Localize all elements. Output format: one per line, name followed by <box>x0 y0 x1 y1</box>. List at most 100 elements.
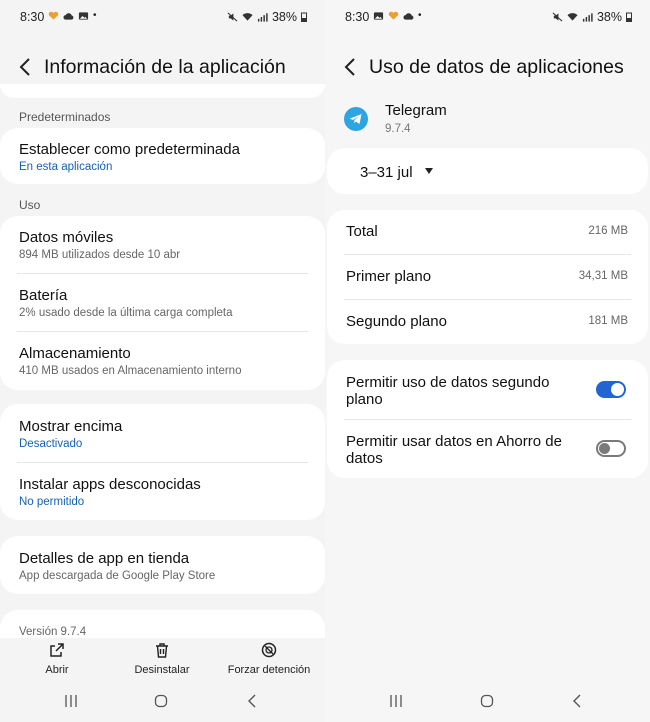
usage-value: 181 MB <box>588 315 628 327</box>
divider <box>344 254 631 255</box>
usage-card: Datos móviles 894 MB utilizados desde 10… <box>0 216 325 390</box>
divider <box>344 419 631 420</box>
mobile-data-title: Datos móviles <box>19 229 114 246</box>
heart-notification-icon <box>388 11 399 20</box>
store-details-item[interactable]: Detalles de app en tienda App descargada… <box>19 550 309 582</box>
cloud-icon <box>403 12 414 20</box>
dropdown-caret-icon <box>424 168 433 174</box>
usage-label: Segundo plano <box>346 313 447 330</box>
force-stop-icon <box>261 642 277 658</box>
battery-title: Batería <box>19 287 68 304</box>
status-bar: 8:30 • 38% <box>0 8 325 26</box>
app-name: Telegram <box>385 102 447 119</box>
heart-notification-icon <box>48 11 59 20</box>
data-settings-card: Permitir uso de datos segundo plano Perm… <box>327 360 648 478</box>
divider <box>17 462 308 463</box>
mobile-data-item[interactable]: Datos móviles 894 MB utilizados desde 10… <box>19 229 309 261</box>
section-label-usage: Uso <box>19 198 41 212</box>
battery-item[interactable]: Batería 2% usado desde la última carga c… <box>19 287 309 319</box>
system-nav-bar <box>325 692 650 714</box>
system-nav-bar <box>0 692 325 714</box>
dot-icon: • <box>93 10 97 21</box>
app-version: 9.7.4 <box>385 123 411 135</box>
home-icon[interactable] <box>480 694 494 708</box>
force-stop-label: Forzar detención <box>227 664 311 676</box>
data-saver-toggle[interactable] <box>596 440 626 457</box>
image-icon <box>373 11 384 20</box>
divider <box>17 273 308 274</box>
storage-subtitle: 410 MB usados en Almacenamiento interno <box>19 365 242 377</box>
usage-value: 34,31 MB <box>578 270 628 282</box>
back-nav-icon[interactable] <box>246 694 260 708</box>
show-on-top-subtitle: Desactivado <box>19 438 83 450</box>
back-nav-icon[interactable] <box>571 694 585 708</box>
recents-icon[interactable] <box>64 694 78 708</box>
store-details-title: Detalles de app en tienda <box>19 550 190 567</box>
status-time: 8:30 <box>20 10 45 24</box>
set-default-title: Establecer como predeterminada <box>19 141 240 158</box>
data-saver-label: Permitir usar datos en Ahorro de datos <box>346 433 562 467</box>
section-label-defaults: Predeterminados <box>19 110 111 124</box>
force-stop-button[interactable]: Forzar detención <box>224 642 314 676</box>
divider <box>344 299 631 300</box>
wifi-icon <box>567 13 578 21</box>
page-title: Información de la aplicación <box>44 56 286 78</box>
uninstall-label: Desinstalar <box>134 664 190 676</box>
battery-icon <box>301 12 307 22</box>
version-label: Versión 9.7.4 <box>19 626 87 638</box>
back-arrow-icon[interactable] <box>16 54 36 80</box>
mute-icon <box>227 12 238 22</box>
set-default-subtitle: En esta aplicación <box>19 161 113 173</box>
app-data-usage-screen: 8:30 • 38% Uso de datos de aplicaciones … <box>325 0 650 722</box>
install-unknown-title: Instalar apps desconocidas <box>19 476 201 493</box>
set-default-item[interactable]: Establecer como predeterminada En esta a… <box>19 141 309 173</box>
usage-label: Total <box>346 223 378 240</box>
battery-percent: 38% <box>271 10 297 24</box>
battery-percent: 38% <box>596 10 622 24</box>
status-time: 8:30 <box>345 10 370 24</box>
defaults-card: Establecer como predeterminada En esta a… <box>0 128 325 184</box>
page-title: Uso de datos de aplicaciones <box>369 56 624 78</box>
install-unknown-subtitle: No permitido <box>19 496 85 508</box>
cloud-icon <box>63 12 74 20</box>
background-data-toggle[interactable] <box>596 381 626 398</box>
data-saver-toggle-row[interactable]: Permitir usar datos en Ahorro de datos <box>346 433 632 467</box>
dot-icon: • <box>418 10 422 21</box>
usage-summary-card: Total 216 MB Primer plano 34,31 MB Segun… <box>327 210 648 344</box>
recents-icon[interactable] <box>389 694 403 708</box>
battery-subtitle: 2% usado desde la última carga completa <box>19 307 233 319</box>
storage-item[interactable]: Almacenamiento 410 MB usados en Almacena… <box>19 345 309 377</box>
store-details-subtitle: App descargada de Google Play Store <box>19 570 216 582</box>
date-range-value: 3–31 jul <box>360 164 413 181</box>
show-on-top-title: Mostrar encima <box>19 418 123 435</box>
signal-icon <box>582 13 593 22</box>
date-range-dropdown[interactable]: 3–31 jul <box>360 164 433 181</box>
battery-icon <box>626 12 632 22</box>
background-data-toggle-row[interactable]: Permitir uso de datos segundo plano <box>346 374 632 408</box>
open-label: Abrir <box>45 664 69 676</box>
background-data-label: Permitir uso de datos segundo plano <box>346 374 550 408</box>
show-on-top-item[interactable]: Mostrar encima Desactivado <box>19 418 309 450</box>
back-arrow-icon[interactable] <box>341 54 361 80</box>
mobile-data-subtitle: 894 MB utilizados desde 10 abr <box>19 249 181 261</box>
usage-row: Primer plano 34,31 MB <box>346 268 628 286</box>
home-icon[interactable] <box>154 694 168 708</box>
bottom-action-bar: Abrir Desinstalar Forzar detención <box>0 638 325 680</box>
app-info-header: Información de la aplicación <box>0 52 325 82</box>
open-button[interactable]: Abrir <box>36 642 78 676</box>
uninstall-button[interactable]: Desinstalar <box>128 642 196 676</box>
app-info-screen: 8:30 • 38% Información de la aplicación … <box>0 0 325 722</box>
scrolled-card-edge <box>0 84 325 98</box>
status-bar: 8:30 • 38% <box>325 8 650 26</box>
storage-title: Almacenamiento <box>19 345 131 362</box>
data-usage-header: Uso de datos de aplicaciones <box>325 52 650 82</box>
telegram-icon <box>344 107 368 131</box>
store-card: Detalles de app en tienda App descargada… <box>0 536 325 594</box>
usage-label: Primer plano <box>346 268 432 285</box>
image-icon <box>78 11 89 20</box>
install-unknown-item[interactable]: Instalar apps desconocidas No permitido <box>19 476 309 508</box>
signal-icon <box>257 13 268 22</box>
divider <box>17 331 308 332</box>
permissions-card: Mostrar encima Desactivado Instalar apps… <box>0 404 325 520</box>
trash-icon <box>156 643 168 658</box>
